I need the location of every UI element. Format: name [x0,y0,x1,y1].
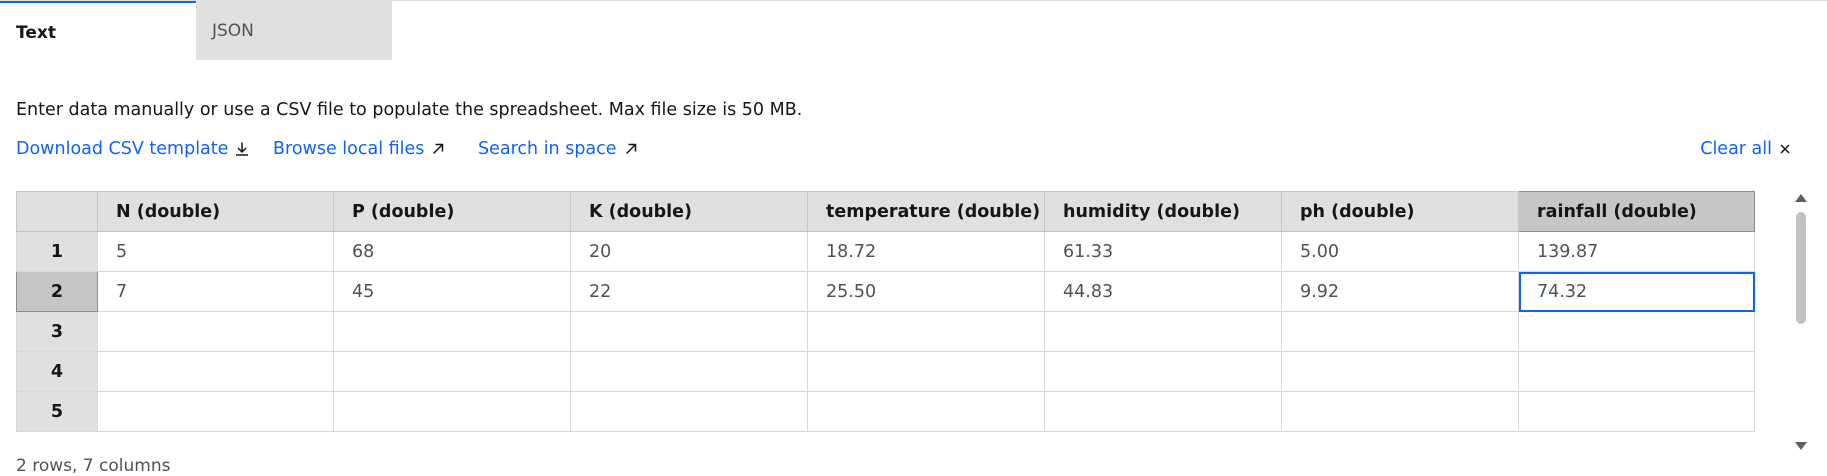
column-header[interactable]: N (double) [97,191,334,232]
action-links: Download CSV template Browse local files… [0,139,1827,167]
column-header[interactable]: K (double) [570,191,808,232]
table-cell[interactable] [807,391,1045,432]
clear-all-label: Clear all [1700,139,1772,159]
column-header[interactable]: humidity (double) [1044,191,1282,232]
row-number-selected[interactable]: 2 [16,271,98,312]
table-cell[interactable]: 22 [570,271,808,312]
browse-local-files-label: Browse local files [273,139,425,159]
arrow-up-right-icon [623,141,639,157]
row-number[interactable]: 3 [16,311,98,352]
table-cell[interactable] [570,351,808,392]
table-cell[interactable]: 20 [570,231,808,272]
table-cell[interactable] [1281,311,1519,352]
column-header[interactable]: P (double) [333,191,571,232]
table-cell[interactable]: 18.72 [807,231,1045,272]
active-cell[interactable]: 74.32 [1518,271,1755,312]
row-number[interactable]: 1 [16,231,98,272]
tab-json[interactable]: JSON [196,1,392,60]
scroll-down-arrow-icon[interactable] [1795,442,1807,450]
table-cell[interactable] [1518,311,1755,352]
table-cell[interactable]: 7 [97,271,334,312]
table-cell[interactable] [333,351,571,392]
table-cell[interactable] [807,351,1045,392]
table-row: 5 [16,391,1755,432]
table-cell[interactable] [1044,351,1282,392]
browse-local-files-link[interactable]: Browse local files [273,139,446,159]
column-header[interactable]: ph (double) [1281,191,1519,232]
table-cell[interactable]: 44.83 [1044,271,1282,312]
column-header[interactable]: temperature (double) [807,191,1045,232]
table-summary: 2 rows, 7 columns [16,456,171,476]
arrow-up-right-icon [430,141,446,157]
table-cell[interactable] [97,311,334,352]
tab-bar: Text JSON [0,0,1827,61]
table-row: 2 7 45 22 25.50 44.83 9.92 74.32 [16,271,1755,312]
table-cell[interactable] [1281,391,1519,432]
download-csv-template-link[interactable]: Download CSV template [16,139,250,159]
corner-cell[interactable] [16,191,98,232]
table-cell[interactable]: 5 [97,231,334,272]
row-number[interactable]: 4 [16,351,98,392]
table-cell[interactable] [1518,351,1755,392]
table-row: 1 5 68 20 18.72 61.33 5.00 139.87 [16,231,1755,272]
table-cell[interactable] [807,311,1045,352]
table-cell[interactable]: 9.92 [1281,271,1519,312]
table-cell[interactable] [333,311,571,352]
table-cell[interactable]: 139.87 [1518,231,1755,272]
table-row: 3 [16,311,1755,352]
data-spreadsheet: N (double) P (double) K (double) tempera… [16,191,1755,432]
search-in-space-link[interactable]: Search in space [478,139,639,159]
table-cell[interactable] [97,351,334,392]
search-in-space-label: Search in space [478,139,617,159]
table-cell[interactable] [1281,351,1519,392]
column-header-selected[interactable]: rainfall (double) [1518,191,1755,232]
table-cell[interactable] [570,391,808,432]
download-icon [234,141,250,157]
table-cell[interactable]: 68 [333,231,571,272]
table-row: 4 [16,351,1755,392]
table-cell[interactable] [1044,391,1282,432]
table-cell[interactable]: 45 [333,271,571,312]
table-cell[interactable] [1044,311,1282,352]
clear-all-link[interactable]: Clear all [1700,139,1792,159]
table-cell[interactable] [570,311,808,352]
scrollbar-thumb[interactable] [1796,212,1806,324]
table-cell[interactable] [97,391,334,432]
download-csv-template-label: Download CSV template [16,139,229,159]
vertical-scrollbar[interactable] [1793,194,1809,450]
tab-text[interactable]: Text [0,1,196,60]
close-icon [1778,142,1792,156]
scroll-up-arrow-icon[interactable] [1795,194,1807,202]
table-cell[interactable]: 5.00 [1281,231,1519,272]
header-row: N (double) P (double) K (double) tempera… [16,191,1755,232]
table-cell[interactable]: 61.33 [1044,231,1282,272]
description-text: Enter data manually or use a CSV file to… [16,100,803,120]
table-cell[interactable]: 25.50 [807,271,1045,312]
table-cell[interactable] [1518,391,1755,432]
row-number[interactable]: 5 [16,391,98,432]
table-cell[interactable] [333,391,571,432]
